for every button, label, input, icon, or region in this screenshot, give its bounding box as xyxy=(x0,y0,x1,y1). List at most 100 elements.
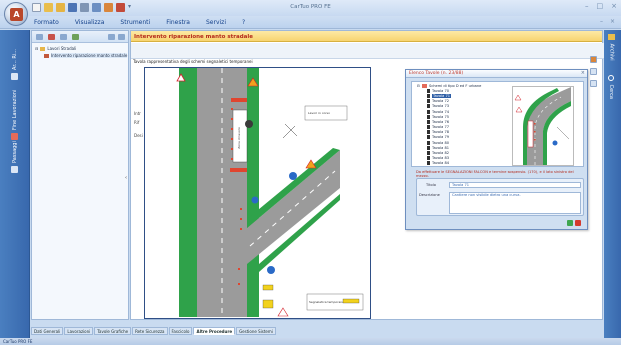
tavola-note: Da effettuare le SEGNALAZIONI FALCON e t… xyxy=(416,170,574,178)
menu-visualizza[interactable]: Visualizza xyxy=(75,19,105,26)
folder-icon xyxy=(608,34,615,40)
tab-rete-sicurezza[interactable]: Rete Sicurezza xyxy=(132,327,168,335)
export-icon[interactable] xyxy=(590,56,597,63)
list-item-label: Tavola 81 xyxy=(432,145,450,150)
tab-gestione-sistemi[interactable]: Gestione Sistemi xyxy=(236,327,276,335)
application-menu-button[interactable]: A xyxy=(4,2,28,26)
title-bar: ▾ CarTuo PRO FE – □ × xyxy=(0,0,621,16)
menu-servizi[interactable]: Servizi xyxy=(206,19,226,26)
verge-right xyxy=(247,68,259,317)
page-icon xyxy=(427,140,430,145)
hidden-field-label: Desi xyxy=(134,133,143,138)
preview-warning-sign xyxy=(515,106,523,113)
document-banner: Intervento riparazione manto stradale xyxy=(131,31,602,42)
splitter-handle[interactable]: ‹ xyxy=(125,175,127,181)
sidebar-tab-label: Passaggi xyxy=(12,141,18,163)
tab-dati-generali[interactable]: Dati Generali xyxy=(31,327,64,335)
confirm-button[interactable] xyxy=(567,220,573,226)
tree-tool-icon[interactable] xyxy=(60,34,67,40)
cancel-button[interactable] xyxy=(575,220,581,226)
list-item-label: Tavola 74 xyxy=(432,109,450,114)
tree-node-label: Intervento riparazione manto stradale xyxy=(51,53,128,58)
page-icon xyxy=(427,145,430,150)
description-field[interactable]: Cantiere non visibile dietro una curva. xyxy=(449,192,581,214)
doc-minimize-button[interactable]: – xyxy=(600,18,603,25)
description-label: Descrizione xyxy=(419,193,440,197)
tab-lavorazioni[interactable]: Lavorazioni xyxy=(64,327,94,335)
add-icon[interactable] xyxy=(72,34,79,40)
legend-swatch xyxy=(342,298,360,304)
legend-label: Segnaletica temporanea xyxy=(309,300,346,304)
tree-node[interactable]: Intervento riparazione manto stradale xyxy=(32,52,128,59)
page-icon xyxy=(427,135,430,140)
page-icon xyxy=(427,88,430,93)
road-signage-drawing: Zona di lavoro Lavori in corso Segnaleti… xyxy=(144,67,371,319)
window-controls: – □ × xyxy=(585,2,617,10)
sidebar-tab-archivi[interactable]: Archivi xyxy=(608,34,615,61)
page-icon xyxy=(427,119,430,124)
project-tree-panel: ⊟ Lavori Stradali Intervento riparazione… xyxy=(31,30,129,320)
list-item-label: Tavola 83 xyxy=(432,156,450,161)
copy-icon[interactable] xyxy=(590,68,597,75)
close-icon[interactable]: × xyxy=(581,70,585,76)
close-button[interactable]: × xyxy=(611,2,617,10)
title-field[interactable]: Tavola 71 xyxy=(449,182,581,188)
mandatory-sign xyxy=(289,172,297,180)
list-item[interactable]: Tavola 84 xyxy=(415,161,501,166)
float-side-tools xyxy=(590,56,600,87)
tab-altre-procedure[interactable]: Altre Procedure xyxy=(193,327,236,335)
application-window: ▾ CarTuo PRO FE – □ × A Formato Visualiz… xyxy=(0,0,621,345)
minimize-button[interactable]: – xyxy=(585,2,589,10)
menu-formato[interactable]: Formato xyxy=(34,19,59,26)
sidebar-tab-label: Cerca xyxy=(608,84,614,99)
document-subbar xyxy=(131,43,604,59)
settings-icon[interactable] xyxy=(590,80,597,87)
delete-icon[interactable] xyxy=(48,34,55,40)
preview-work-zone xyxy=(527,120,534,148)
sidebar-tab-label: Archivi xyxy=(608,43,615,61)
page-icon xyxy=(427,151,430,156)
right-sidebar: Archivi Cerca xyxy=(604,30,621,338)
page-icon xyxy=(427,161,430,166)
bottom-tab-bar: Dati Generali Lavorazioni Tavole Grafich… xyxy=(31,327,276,335)
left-sidebar: Ar... Ri... Fine Lavorazioni Passaggi xyxy=(0,30,30,338)
page-icon xyxy=(427,93,430,98)
list-item-label: Tavola 73 xyxy=(432,104,450,109)
page-icon xyxy=(427,109,430,114)
tree-tool-icon[interactable] xyxy=(118,34,125,40)
status-bar: CarTuo PRO FE xyxy=(0,338,621,345)
tavole-list-window[interactable]: Elenco Tavole (n. 23/88) × ⊟ Schemi di t… xyxy=(405,69,588,230)
window-title: CarTuo PRO FE xyxy=(290,4,331,10)
tree-node[interactable]: ⊟ Lavori Stradali xyxy=(32,45,128,52)
tavole-list-body: ⊟ Schemi di tipo D ed F urbane Tavola 70… xyxy=(411,81,584,167)
menu-finestra[interactable]: Finestra xyxy=(166,19,190,26)
tab-fascicolo[interactable]: Fascicolo xyxy=(168,327,193,335)
tab-tavole-grafiche[interactable]: Tavole Grafiche xyxy=(94,327,132,335)
maximize-button[interactable]: □ xyxy=(597,2,604,10)
verge-left xyxy=(179,68,197,317)
menu-strumenti[interactable]: Strumenti xyxy=(120,19,150,26)
list-item-label: Tavola 75 xyxy=(432,114,450,119)
list-item-label: Tavola 78 xyxy=(432,130,450,135)
list-item-label: Tavola 72 xyxy=(432,99,450,104)
folder-icon xyxy=(422,83,428,88)
barrier xyxy=(230,168,247,172)
tree-tool-icon[interactable] xyxy=(36,34,43,40)
tree-tool-icon[interactable] xyxy=(108,34,115,40)
sidebar-tab-cerca[interactable]: Cerca xyxy=(608,75,614,99)
drawing-caption: Tavola rappresentativa degli schemi segn… xyxy=(133,59,253,64)
mandatory-sign xyxy=(251,196,259,204)
doc-close-button[interactable]: × xyxy=(610,18,615,25)
document-controls: – × xyxy=(600,18,615,25)
page-icon xyxy=(427,125,430,130)
app-logo-icon: A xyxy=(10,8,23,21)
sidebar-tab-passaggi[interactable]: Passaggi xyxy=(6,123,24,173)
list-item-label: Tavola 77 xyxy=(432,125,450,130)
expand-icon: ⊟ xyxy=(417,83,421,88)
tree-node-label: Lavori Stradali xyxy=(47,46,77,51)
preview-line xyxy=(556,126,570,140)
menu-help[interactable]: ? xyxy=(242,19,245,26)
tavole-tree: ⊟ Schemi di tipo D ed F urbane Tavola 70… xyxy=(415,83,501,166)
float-window-buttons xyxy=(567,220,581,226)
preview-canvas xyxy=(514,87,571,165)
